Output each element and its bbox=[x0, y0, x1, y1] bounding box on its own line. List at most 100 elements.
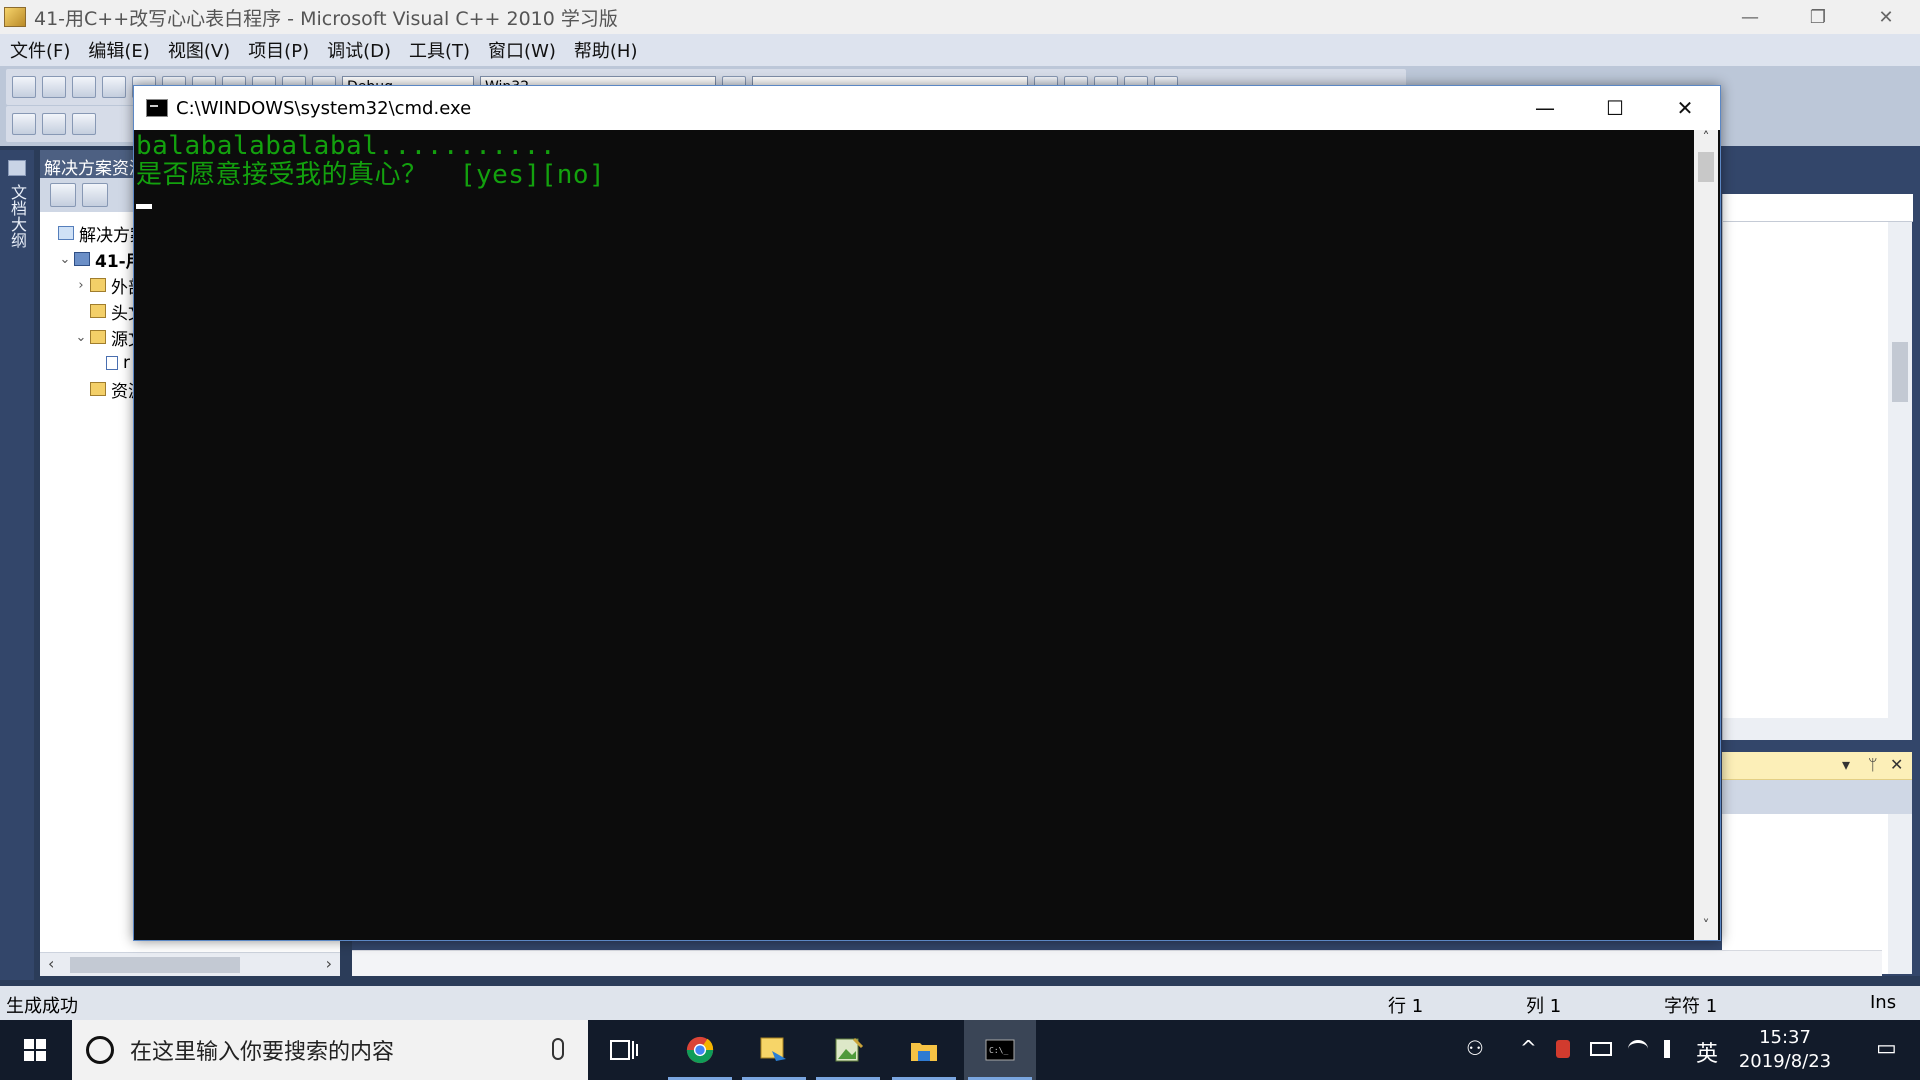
collapse-arrow-icon[interactable]: ⌄ bbox=[56, 252, 74, 267]
cmd-icon: C:\_ bbox=[985, 1039, 1015, 1061]
cmd-window-title: C:\WINDOWS\system32\cmd.exe bbox=[176, 97, 472, 119]
side-panel-vertical-scrollbar[interactable] bbox=[1888, 814, 1912, 974]
pin-icon[interactable]: ᛘ bbox=[1868, 755, 1878, 774]
show-hidden-icons-chevron-icon[interactable]: ^ bbox=[1520, 1036, 1537, 1060]
outdent-icon[interactable] bbox=[12, 113, 36, 135]
solution-icon bbox=[58, 226, 74, 240]
windows-logo-icon bbox=[24, 1039, 46, 1061]
new-project-icon[interactable] bbox=[12, 76, 36, 98]
file-explorer-icon bbox=[911, 1043, 937, 1061]
right-panel-vertical-scrollbar[interactable] bbox=[1888, 222, 1912, 740]
vs-window-controls: — ❐ ✕ bbox=[1716, 0, 1920, 34]
svg-text:C:\_: C:\_ bbox=[989, 1046, 1008, 1055]
console-line: 是否愿意接受我的真心？ [yes][no] bbox=[136, 160, 606, 190]
menu-debug[interactable]: 调试(D) bbox=[318, 37, 400, 63]
side-panel-header: ▾ ᛘ ✕ bbox=[1722, 752, 1912, 780]
cortana-icon[interactable] bbox=[86, 1036, 114, 1064]
cmd-close-button[interactable]: ✕ bbox=[1650, 86, 1720, 130]
taskbar-cmd[interactable]: C:\_ bbox=[964, 1020, 1036, 1080]
wifi-icon[interactable] bbox=[1628, 1040, 1648, 1058]
scroll-right-icon[interactable]: › bbox=[326, 954, 332, 973]
ime-indicator[interactable]: 英 bbox=[1696, 1036, 1718, 1068]
folder-icon bbox=[90, 278, 106, 292]
properties-icon[interactable] bbox=[50, 183, 76, 207]
menu-project[interactable]: 项目(P) bbox=[239, 37, 318, 63]
status-row: 行 1 bbox=[1388, 996, 1424, 1017]
side-panel-toolbar bbox=[1722, 780, 1912, 814]
dropdown-icon[interactable]: ▾ bbox=[1842, 755, 1850, 774]
left-tool-strip: 文档大纲 bbox=[0, 150, 34, 980]
taskbar-visual-cpp[interactable] bbox=[738, 1020, 810, 1080]
menu-help[interactable]: 帮助(H) bbox=[565, 37, 647, 63]
tree-item[interactable]: ⌄ 41-用 bbox=[56, 246, 143, 272]
scroll-thumb[interactable] bbox=[1698, 152, 1714, 182]
scroll-left-icon[interactable]: ‹ bbox=[48, 954, 54, 973]
folder-open-icon bbox=[90, 330, 106, 344]
status-character: 字符 1 bbox=[1664, 996, 1718, 1017]
scroll-down-icon[interactable]: ˅ bbox=[1694, 918, 1718, 940]
console-output[interactable]: balabalabalabal........... 是否愿意接受我的真心？ [… bbox=[136, 130, 1692, 940]
open-file-icon[interactable] bbox=[72, 76, 96, 98]
microphone-icon[interactable] bbox=[552, 1038, 564, 1060]
scroll-thumb[interactable] bbox=[1892, 342, 1908, 402]
task-view-icon bbox=[610, 1040, 638, 1060]
start-button[interactable] bbox=[0, 1020, 70, 1080]
indent-icon[interactable] bbox=[42, 113, 66, 135]
vs-restore-button[interactable]: ❐ bbox=[1784, 0, 1852, 34]
taskbar-image-editor[interactable] bbox=[812, 1020, 884, 1080]
comment-icon[interactable] bbox=[72, 113, 96, 135]
battery-icon[interactable] bbox=[1590, 1042, 1612, 1056]
volume-icon[interactable] bbox=[1664, 1040, 1680, 1058]
scroll-thumb[interactable] bbox=[70, 957, 240, 973]
system-tray: ⚇ ^ 英 15:37 2019/8/23 ▭ bbox=[1460, 1020, 1920, 1080]
menu-window[interactable]: 窗口(W) bbox=[479, 37, 565, 63]
cpp-file-icon bbox=[106, 356, 118, 370]
document-outline-icon[interactable] bbox=[8, 160, 26, 176]
document-outline-tab[interactable]: 文档大纲 bbox=[5, 184, 29, 248]
vs-window-title: 41-用C++改写心心表白程序 - Microsoft Visual C++ 2… bbox=[34, 7, 618, 30]
output-horizontal-scrollbar[interactable] bbox=[352, 950, 1882, 976]
people-icon[interactable]: ⚇ bbox=[1466, 1036, 1484, 1060]
taskbar-chrome[interactable] bbox=[664, 1020, 736, 1080]
vs-close-button[interactable]: ✕ bbox=[1852, 0, 1920, 34]
image-editor-icon bbox=[835, 1037, 864, 1062]
cmd-maximize-button[interactable]: ☐ bbox=[1580, 86, 1650, 130]
show-all-files-icon[interactable] bbox=[82, 183, 108, 207]
menu-view[interactable]: 视图(V) bbox=[159, 37, 239, 63]
add-item-icon[interactable] bbox=[42, 76, 66, 98]
taskbar-file-explorer[interactable] bbox=[888, 1020, 960, 1080]
tree-item[interactable]: r bbox=[88, 350, 130, 376]
save-icon[interactable] bbox=[102, 76, 126, 98]
close-icon[interactable]: ✕ bbox=[1890, 755, 1903, 774]
menu-file[interactable]: 文件(F) bbox=[2, 37, 79, 63]
folder-icon bbox=[90, 382, 106, 396]
status-message: 生成成功 bbox=[6, 996, 78, 1017]
scroll-up-icon[interactable]: ˄ bbox=[1694, 130, 1718, 152]
right-panel-horizontal-scrollbar[interactable] bbox=[1723, 718, 1889, 740]
menu-tools[interactable]: 工具(T) bbox=[400, 37, 479, 63]
search-placeholder: 在这里输入你要搜索的内容 bbox=[130, 1040, 395, 1065]
taskbar-search-box[interactable]: 在这里输入你要搜索的内容 bbox=[72, 1020, 588, 1080]
menu-bar: 文件(F) 编辑(E) 视图(V) 项目(P) 调试(D) 工具(T) 窗口(W… bbox=[0, 34, 1920, 66]
notification-center-icon[interactable]: ▭ bbox=[1876, 1036, 1897, 1061]
cmd-vertical-scrollbar[interactable]: ˄ ˅ bbox=[1694, 130, 1718, 940]
task-view-button[interactable] bbox=[588, 1020, 660, 1080]
clock[interactable]: 15:37 2019/8/23 bbox=[1730, 1026, 1840, 1074]
expand-arrow-icon[interactable]: › bbox=[72, 278, 90, 293]
cmd-minimize-button[interactable]: — bbox=[1510, 86, 1580, 130]
solution-horizontal-scrollbar[interactable]: ‹ › bbox=[40, 952, 340, 976]
qq-icon[interactable] bbox=[1556, 1040, 1570, 1058]
chrome-icon bbox=[686, 1036, 714, 1064]
right-panel-combo[interactable] bbox=[1723, 194, 1913, 222]
menu-edit[interactable]: 编辑(E) bbox=[79, 37, 158, 63]
tree-item-label: r bbox=[123, 353, 130, 373]
cmd-window-controls: — ☐ ✕ bbox=[1510, 86, 1720, 130]
project-icon bbox=[74, 252, 90, 266]
tree-item[interactable]: 解决方案 bbox=[40, 220, 147, 246]
cmd-window[interactable]: C:\WINDOWS\system32\cmd.exe — ☐ ✕ balaba… bbox=[133, 85, 1721, 941]
status-insert-mode: Ins bbox=[1870, 992, 1897, 1013]
vs-minimize-button[interactable]: — bbox=[1716, 0, 1784, 34]
cmd-title-bar[interactable]: C:\WINDOWS\system32\cmd.exe — ☐ ✕ bbox=[134, 86, 1720, 130]
clock-date: 2019/8/23 bbox=[1738, 1051, 1832, 1072]
collapse-arrow-icon[interactable]: ⌄ bbox=[72, 330, 90, 345]
